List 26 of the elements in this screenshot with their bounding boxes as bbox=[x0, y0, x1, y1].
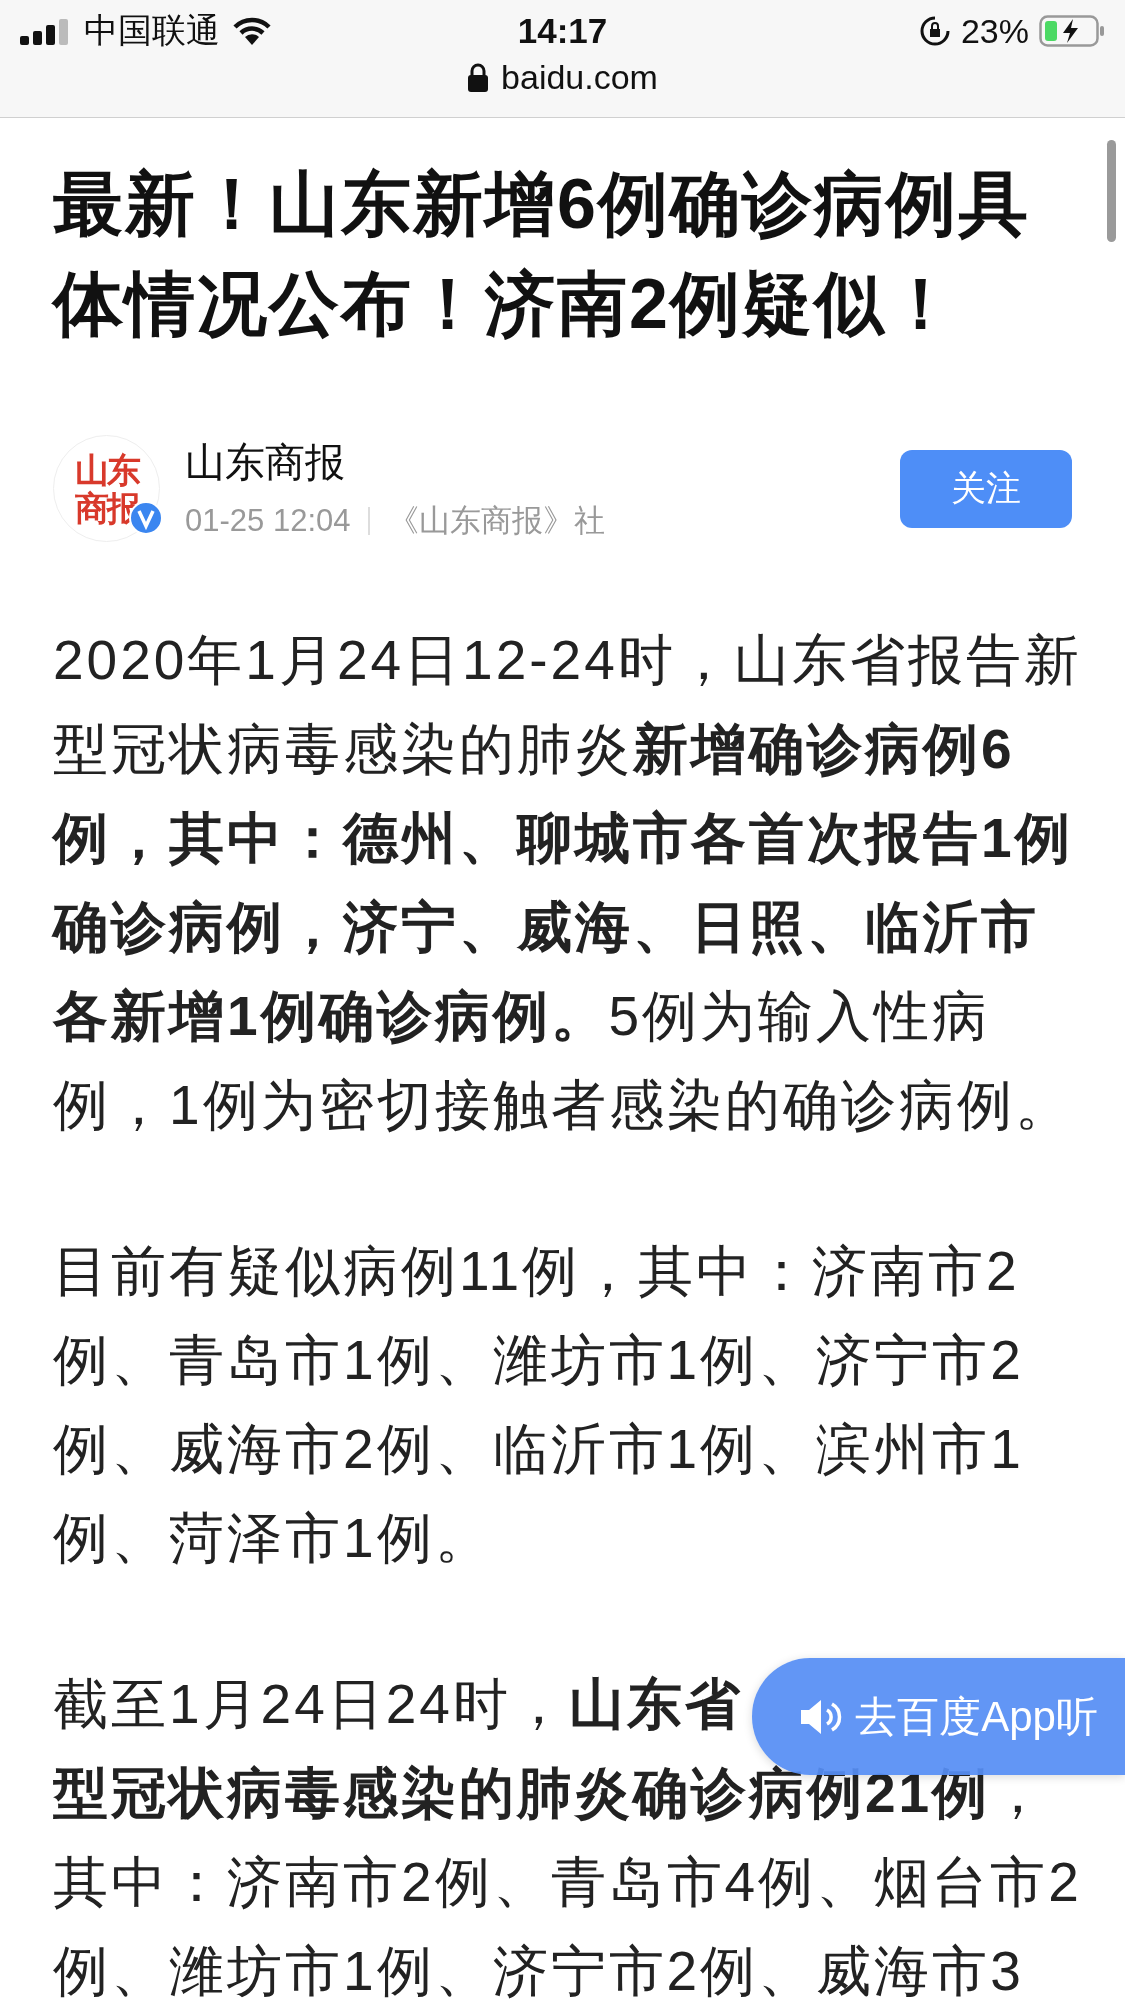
paragraph-line: 各新增1例确诊病例。5例为输入性病 bbox=[53, 984, 991, 1049]
publish-time: 01-25 12:04 bbox=[185, 503, 351, 539]
paragraph-line: 例，其中：德州、聊城市各首次报告1例 bbox=[53, 806, 1073, 871]
battery-charging-icon bbox=[1039, 15, 1105, 47]
paragraph-line: 其中：济南市2例、青岛市4例、烟台市2 bbox=[53, 1850, 1082, 1915]
clock-time: 14:17 bbox=[517, 11, 608, 51]
paragraph-line: 例、青岛市1例、潍坊市1例、济宁市2 bbox=[53, 1328, 1024, 1393]
paragraph-line: 例、潍坊市1例、济宁市2例、威海市3 bbox=[53, 1939, 1024, 2001]
lock-icon bbox=[467, 62, 490, 93]
follow-button[interactable]: 关注 bbox=[900, 449, 1072, 528]
paragraph-line: 2020年1月24日12-24时，山东省报告新 bbox=[53, 628, 1082, 693]
publisher-source: 《山东商报》社 bbox=[388, 502, 606, 540]
publisher-name[interactable]: 山东商报 bbox=[185, 435, 900, 490]
rotation-lock-icon bbox=[918, 15, 951, 47]
wifi-icon bbox=[232, 16, 272, 46]
battery-percent: 23% bbox=[960, 11, 1029, 51]
paragraph-line: 例、威海市2例、临沂市1例、滨州市1 bbox=[53, 1417, 1024, 1482]
carrier-name: 中国联通 bbox=[84, 10, 220, 51]
paragraph-line: 例、菏泽市1例。 bbox=[53, 1506, 493, 1571]
paragraph-line: 确诊病例，济宁、威海、日照、临沂市 bbox=[53, 895, 1039, 960]
paragraph-line: 例，1例为密切接触者感染的确诊病例。 bbox=[53, 1073, 1073, 1138]
paragraph-line: 截至1月24日24时，山东省 bbox=[53, 1672, 743, 1737]
paragraph-line: 目前有疑似病例11例，其中：济南市2 bbox=[53, 1239, 1020, 1304]
page-url[interactable]: baidu.com bbox=[501, 58, 658, 97]
paragraph-line: 型冠状病毒感染的肺炎新增确诊病例6 bbox=[53, 717, 1015, 782]
article-title: 最新！山东新增6例确诊病例具 体情况公布！济南2例疑似！ bbox=[53, 164, 1031, 345]
